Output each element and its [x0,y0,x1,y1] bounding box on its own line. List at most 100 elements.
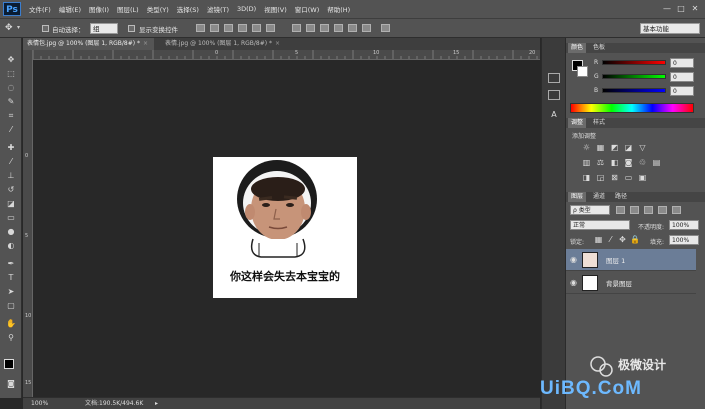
history-brush-tool-icon[interactable]: ↺ [5,185,17,194]
selective-color-icon[interactable]: ▣ [638,174,647,182]
crop-tool-icon[interactable]: ⌗ [5,111,17,120]
color-spectrum-bar[interactable] [570,103,694,113]
filter-pixel-icon[interactable] [616,206,625,214]
pen-tool-icon[interactable]: ✒ [5,259,17,268]
visibility-eye-icon[interactable]: ◉ [570,278,577,287]
align-bottom-icon[interactable] [224,24,233,32]
tab-styles[interactable]: 样式 [590,118,608,128]
distribute-vcenter-icon[interactable] [306,24,315,32]
align-hcenter-icon[interactable] [252,24,261,32]
zoom-level[interactable]: 100% [31,398,48,409]
tab-layers[interactable]: 图层 [568,192,587,202]
quick-mask-icon[interactable]: ◙ [5,379,17,388]
auto-select-checkbox[interactable] [42,25,49,32]
green-value[interactable]: 0 [670,72,694,82]
menu-type[interactable]: 类型(Y) [147,4,169,14]
move-tool-icon[interactable]: ✥ [5,23,13,33]
menu-file[interactable]: 文件(F) [29,4,51,14]
workspace-dropdown[interactable]: 基本功能 [640,23,700,34]
menu-view[interactable]: 视图(V) [264,4,287,14]
tab-swatches[interactable]: 色板 [590,43,608,53]
filter-type-icon[interactable] [644,206,653,214]
gradient-map-icon[interactable]: ▭ [624,174,633,182]
distribute-right-icon[interactable] [362,24,371,32]
filter-shape-icon[interactable] [658,206,667,214]
menu-3d[interactable]: 3D(D) [237,5,256,13]
channel-mixer-icon[interactable]: ♲ [638,159,647,167]
distribute-left-icon[interactable] [334,24,343,32]
align-top-icon[interactable] [196,24,205,32]
gradient-tool-icon[interactable]: ▭ [5,213,17,222]
exposure-icon[interactable]: ◪ [624,144,633,152]
move-tool-icon[interactable]: ✥ [5,55,17,64]
properties-panel-icon[interactable] [548,90,560,100]
menu-help[interactable]: 帮助(H) [327,4,350,14]
lock-brush-icon[interactable]: ⁄ [606,236,615,244]
marquee-tool-icon[interactable]: ⬚ [5,69,17,78]
eraser-tool-icon[interactable]: ◪ [5,199,17,208]
menu-layer[interactable]: 图层(L) [117,4,139,14]
green-slider[interactable] [602,74,666,79]
auto-align-icon[interactable] [381,24,390,32]
menu-edit[interactable]: 编辑(E) [59,4,81,14]
blue-slider[interactable] [602,88,666,93]
quick-select-tool-icon[interactable]: ✎ [5,97,17,106]
stamp-tool-icon[interactable]: ⊥ [5,171,17,180]
close-icon[interactable]: × [275,40,280,47]
layer-name[interactable]: 背景图层 [606,278,632,288]
layer-filter-dropdown[interactable]: ρ 类型 [570,205,610,215]
healing-tool-icon[interactable]: ✚ [5,143,17,152]
menu-filter[interactable]: 滤镜(T) [207,4,229,14]
hue-saturation-icon[interactable]: ▥ [582,159,591,167]
blue-value[interactable]: 0 [670,86,694,96]
tab-document-2[interactable]: 表情.jpg @ 100% (图层 1, RGB/8#) * × [161,38,291,50]
filter-smart-icon[interactable] [672,206,681,214]
lock-move-icon[interactable]: ✥ [618,236,627,244]
document-canvas[interactable]: 你这样会失去本宝宝的 [213,157,357,298]
tab-channels[interactable]: 通道 [590,192,608,202]
opacity-input[interactable]: 100% [669,220,699,230]
black-white-icon[interactable]: ◧ [610,159,619,167]
color-lookup-icon[interactable]: ▤ [652,159,661,167]
lock-transparent-icon[interactable]: ▦ [594,236,603,244]
color-balance-icon[interactable]: ⚖ [596,159,605,167]
red-value[interactable]: 0 [670,58,694,68]
minimize-button[interactable]: — [660,3,674,15]
vibrance-icon[interactable]: ▽ [638,144,647,152]
levels-icon[interactable]: ▦ [596,144,605,152]
layer-name[interactable]: 图层 1 [606,255,625,265]
align-vcenter-icon[interactable] [210,24,219,32]
maximize-button[interactable]: □ [674,3,688,15]
layer-row[interactable]: ◉ 图层 1 [566,249,696,271]
character-panel-icon[interactable]: A [548,110,560,120]
status-arrow-icon[interactable]: ▸ [155,398,158,409]
close-button[interactable]: ✕ [688,3,702,15]
threshold-icon[interactable]: ⊠ [610,174,619,182]
align-left-icon[interactable] [238,24,247,32]
tab-paths[interactable]: 路径 [612,192,630,202]
brush-tool-icon[interactable]: ⁄ [5,157,17,166]
type-tool-icon[interactable]: T [5,273,17,282]
menu-select[interactable]: 选择(S) [177,4,199,14]
foreground-color-swatch[interactable] [4,359,14,369]
path-select-tool-icon[interactable]: ➤ [5,287,17,296]
brightness-icon[interactable]: ☼ [582,144,591,152]
history-panel-icon[interactable] [548,73,560,83]
visibility-eye-icon[interactable]: ◉ [570,255,577,264]
tab-adjustments[interactable]: 调整 [568,118,587,128]
blur-tool-icon[interactable]: ● [5,227,17,236]
lock-all-icon[interactable]: 🔒 [630,236,640,244]
hand-tool-icon[interactable]: ✋ [5,319,17,328]
invert-icon[interactable]: ◨ [582,174,591,182]
background-color-swatch[interactable] [577,66,588,77]
filter-adjust-icon[interactable] [630,206,639,214]
auto-select-dropdown[interactable]: 组 [90,23,118,34]
shape-tool-icon[interactable]: ▢ [5,301,17,310]
red-slider[interactable] [602,60,666,65]
fill-input[interactable]: 100% [669,235,699,245]
dodge-tool-icon[interactable]: ◐ [5,241,17,250]
distribute-hcenter-icon[interactable] [348,24,357,32]
posterize-icon[interactable]: ◲ [596,174,605,182]
layer-row[interactable]: ◉ 背景图层 [566,272,696,294]
chevron-down-icon[interactable]: ▾ [17,24,20,31]
